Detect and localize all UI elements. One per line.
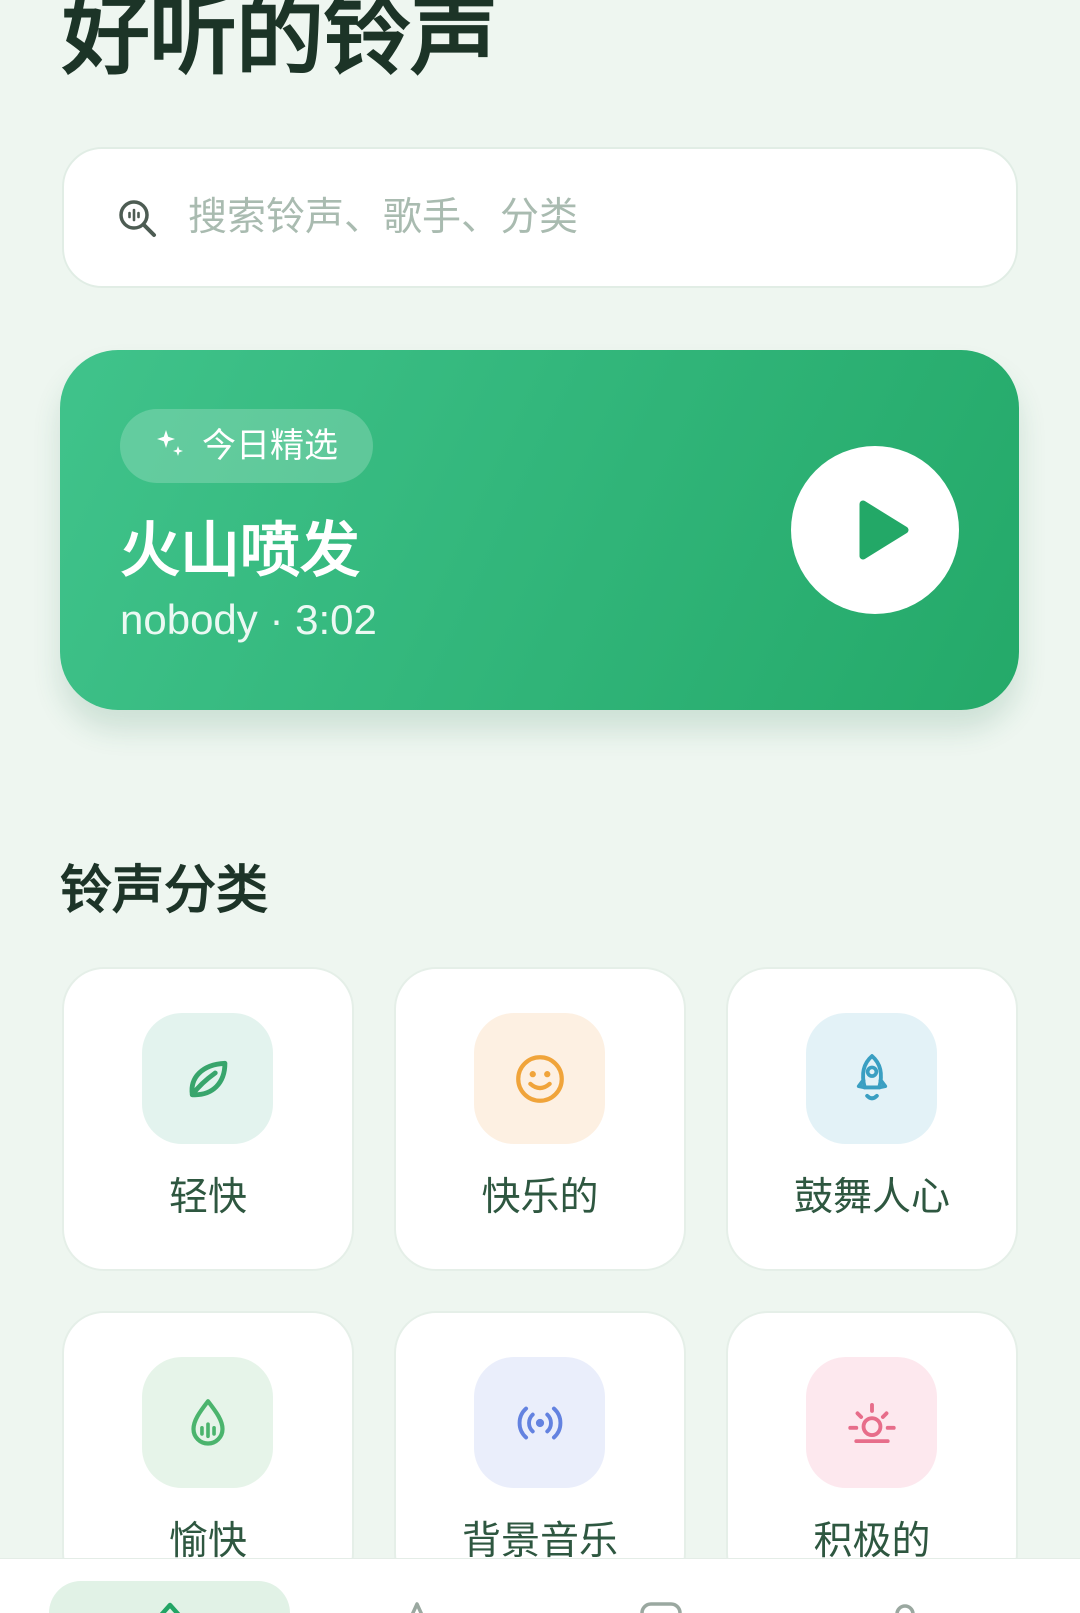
category-card-inspiring[interactable]: 鼓舞人心 (726, 967, 1018, 1271)
search-icon (119, 200, 156, 237)
category-card-positive[interactable]: 积极的 (726, 1311, 1018, 1595)
category-card-happy[interactable]: 快乐的 (394, 967, 686, 1271)
nav-item-home[interactable] (148, 1601, 192, 1613)
category-icon-box (474, 1357, 605, 1488)
category-label: 轻快 (168, 1176, 247, 1219)
bottom-nav (0, 1558, 1080, 1613)
sunrise-icon (847, 1402, 896, 1443)
category-label: 快乐的 (481, 1176, 599, 1219)
featured-badge-label: 今日精选 (202, 427, 338, 465)
category-card-light[interactable]: 轻快 (62, 967, 354, 1271)
smiley-icon (515, 1054, 564, 1103)
category-icon-box (806, 1013, 937, 1144)
leaf-icon (189, 1060, 227, 1097)
nav-item-discover[interactable] (395, 1601, 439, 1613)
play-icon (859, 500, 909, 560)
category-card-pleasant[interactable]: 愉快 (62, 1311, 354, 1595)
featured-ringtone-card[interactable]: 今日精选 火山喷发 nobody · 3:02 (60, 350, 1019, 710)
droplet-icon (190, 1398, 225, 1446)
broadcast-icon (517, 1406, 562, 1439)
category-label: 鼓舞人心 (793, 1176, 950, 1219)
featured-badge: 今日精选 (120, 409, 373, 483)
sparkle-icon (157, 430, 183, 456)
play-button[interactable] (791, 446, 959, 614)
search-bar[interactable] (62, 147, 1018, 288)
rocket-icon (856, 1053, 887, 1100)
category-icon-box (142, 1357, 273, 1488)
home-icon (159, 1602, 181, 1613)
section-title-categories: 铃声分类 (60, 862, 269, 920)
category-icon-box (806, 1357, 937, 1488)
discover-icon (410, 1602, 424, 1613)
category-icon-box (142, 1013, 273, 1144)
search-input[interactable] (188, 149, 988, 286)
nav-item-profile[interactable] (883, 1601, 927, 1613)
category-icon-box (474, 1013, 605, 1144)
category-card-background-music[interactable]: 背景音乐 (394, 1311, 686, 1595)
library-icon (640, 1602, 682, 1613)
featured-subtitle: nobody · 3:02 (120, 596, 377, 643)
nav-item-library[interactable] (639, 1601, 683, 1613)
page-title: 好听的铃声 (62, 0, 498, 85)
profile-icon (895, 1604, 915, 1613)
featured-title: 火山喷发 (120, 517, 360, 584)
